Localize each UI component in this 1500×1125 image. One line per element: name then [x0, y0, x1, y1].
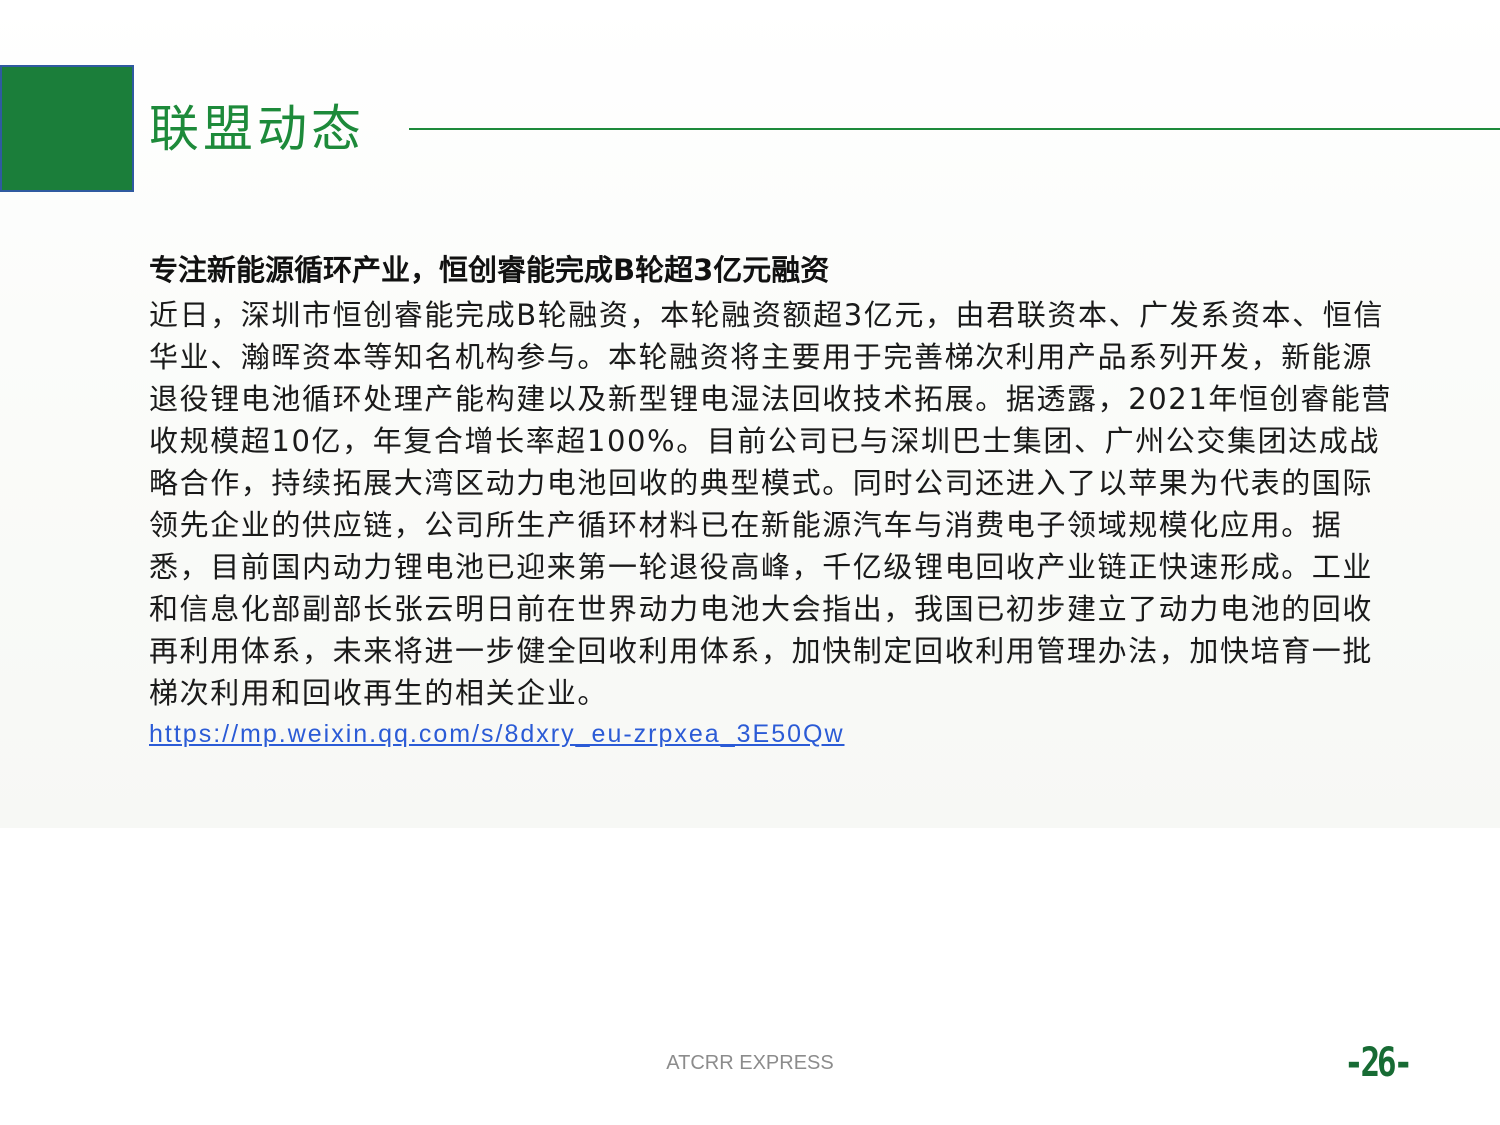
title-divider — [409, 128, 1500, 130]
page-number: -26- — [1344, 1040, 1413, 1086]
footer-brand: ATCRR EXPRESS — [666, 1052, 834, 1074]
section-color-block — [0, 65, 134, 192]
article: 专注新能源循环产业，恒创睿能完成B轮超3亿元融资 近日，深圳市恒创睿能完成B轮融… — [149, 250, 1394, 752]
article-headline: 专注新能源循环产业，恒创睿能完成B轮超3亿元融资 — [149, 253, 830, 287]
section-title: 联盟动态 — [149, 100, 365, 158]
source-link[interactable]: https://mp.weixin.qq.com/s/8dxry_eu-zrpx… — [149, 716, 845, 752]
article-body: 近日，深圳市恒创睿能完成B轮融资，本轮融资额超3亿元，由君联资本、广发系资本、恒… — [149, 298, 1393, 710]
